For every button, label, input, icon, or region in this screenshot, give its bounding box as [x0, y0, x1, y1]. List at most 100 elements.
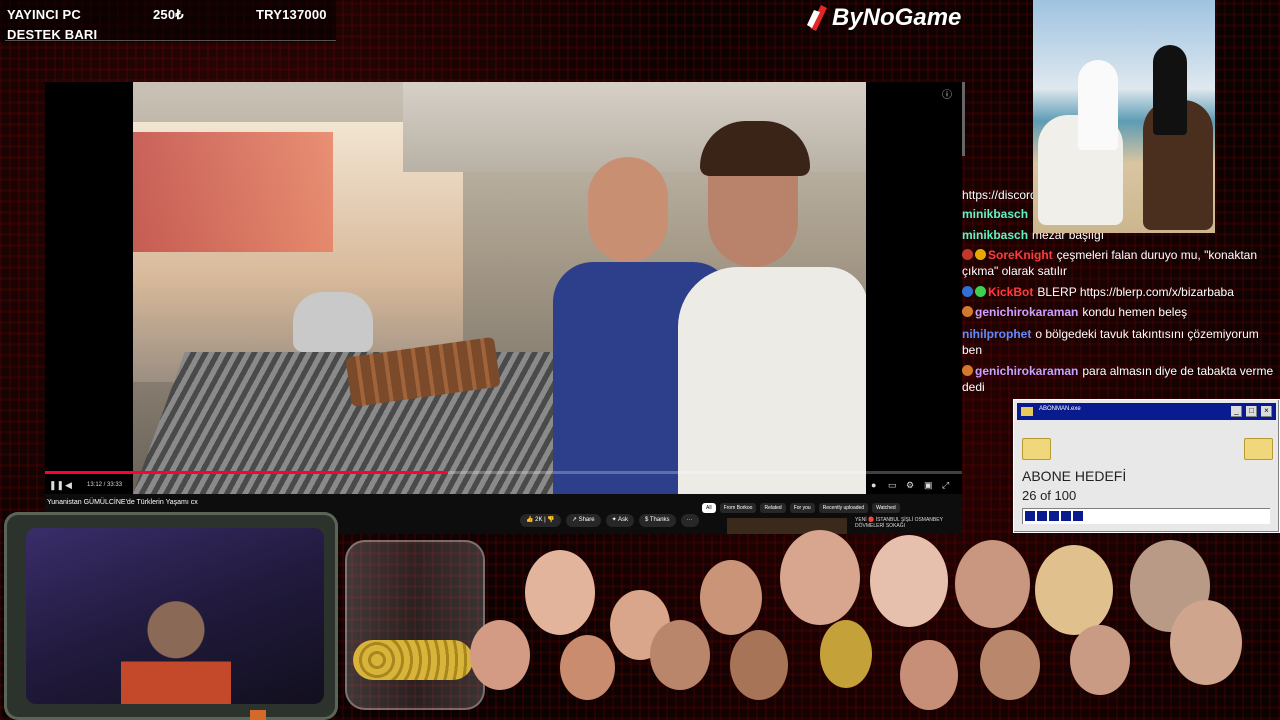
like-count: 2K	[535, 517, 543, 523]
chat-message: SoreKnight çeşmeleri falan duruyo mu, "ko…	[962, 247, 1280, 279]
chat-badge-icon	[975, 249, 986, 260]
chat-message: KickBot BLERP https://blerp.com/x/bizarba…	[962, 284, 1280, 300]
video-player[interactable]: ⓘ ❚❚ ◀ 13:12 / 33:33 ● ▭ ⚙ ▣ ⤢	[45, 82, 962, 494]
chip-for-you[interactable]: For you	[789, 503, 815, 513]
chat-scrollbar[interactable]	[962, 82, 965, 156]
meme-face	[780, 530, 860, 625]
recommended-title[interactable]: YENİ 🔴 İSTANBUL ŞİŞLİ OSMANBEY DÖVMELERİ…	[855, 517, 955, 529]
chat-username[interactable]: nihilprophet	[962, 327, 1031, 341]
video-time: 13:12 / 33:33	[87, 482, 123, 488]
chat-badge-icon	[962, 249, 973, 260]
chat-username[interactable]: genichirokaraman	[975, 305, 1078, 319]
fullscreen-icon[interactable]: ⤢	[942, 480, 949, 491]
captions-icon[interactable]: ▭	[888, 480, 897, 491]
info-icon[interactable]: ⓘ	[942, 86, 952, 101]
player-controls: ❚❚ ◀ 13:12 / 33:33 ● ▭ ⚙ ▣ ⤢	[45, 478, 962, 494]
host-person	[678, 121, 866, 494]
meme-face	[820, 620, 872, 688]
meme-face	[900, 640, 958, 710]
meme-collage	[470, 530, 1280, 720]
minimize-icon[interactable]: _	[1231, 406, 1242, 417]
sub-goal-progress-bar	[1022, 508, 1270, 524]
progress-block	[1049, 511, 1059, 521]
bynogame-logo-icon	[807, 5, 827, 31]
chat-message: genichirokaraman kondu hemen beleş	[962, 304, 1280, 320]
autoplay-icon[interactable]: ●	[871, 480, 876, 490]
subscriber-goal-window: ABONMAN.exe _ □ × ABONE HEDEFİ 26 of 100	[1013, 399, 1280, 533]
video-progress-bar[interactable]	[45, 471, 962, 474]
sub-goal-titlebar: ABONMAN.exe _ □ ×	[1017, 403, 1276, 420]
chat-username[interactable]: minikbasch	[962, 228, 1028, 242]
chat-message: nihilprophet o bölgedeki tavuk takıntısın…	[962, 326, 1280, 358]
chat-badge-icon	[962, 365, 973, 376]
meme-face	[730, 630, 788, 700]
video-frame[interactable]	[133, 82, 866, 494]
meme-photo-overlay	[1033, 0, 1215, 233]
chat-badge-icon	[975, 286, 986, 297]
volume-icon[interactable]: ◀	[65, 480, 72, 491]
more-button[interactable]: ···	[680, 514, 699, 527]
ask-button[interactable]: ✦ Ask	[605, 514, 634, 527]
scooter	[293, 292, 373, 352]
miniplayer-icon[interactable]: ▣	[924, 480, 933, 491]
thanks-label: Thanks	[649, 517, 670, 523]
recommendation-chips: All From Borkoo Related For you Recently upl…	[702, 503, 900, 513]
ask-label: Ask	[617, 517, 628, 523]
chip-recently-uploaded[interactable]: Recently uploaded	[818, 503, 869, 513]
meme-face	[700, 560, 762, 635]
meme-face	[955, 540, 1030, 628]
restaurant-sign	[133, 132, 333, 252]
progress-block	[1025, 511, 1035, 521]
chat-text: kondu hemen beleş	[1082, 305, 1188, 319]
pause-icon[interactable]: ❚❚	[49, 480, 64, 491]
progress-block	[1073, 511, 1083, 521]
chip-all[interactable]: All	[702, 503, 716, 513]
donation-bar: YAYINCI PC DESTEK BARI 250₺ TRY137000	[0, 0, 336, 42]
webcam-frame	[4, 512, 338, 720]
app-icon	[1021, 407, 1033, 416]
streamer	[121, 598, 231, 704]
sub-goal-label: ABONE HEDEFİ	[1022, 468, 1127, 484]
brand-logo: ByNoGame	[806, 2, 961, 34]
open-folder-icon	[1244, 438, 1273, 460]
sub-goal-count: 26 of 100	[1022, 488, 1077, 503]
cook-head	[588, 157, 668, 262]
meme-face	[560, 635, 615, 700]
donation-current: 250₺	[153, 7, 184, 22]
sub-goal-window-title: ABONMAN.exe	[1039, 406, 1081, 412]
sub-goal-progress-blocks	[1025, 511, 1083, 521]
chat-badge-icon	[962, 286, 973, 297]
chat-username[interactable]: SoreKnight	[988, 248, 1053, 262]
chat-badge-icon	[962, 306, 973, 317]
meme-face	[1070, 625, 1130, 695]
meme-face	[1035, 545, 1113, 635]
meme-face	[870, 535, 948, 627]
thanks-button[interactable]: $ Thanks	[638, 514, 676, 527]
chat-username[interactable]: minikbasch	[962, 207, 1028, 221]
webcam-feed	[26, 528, 324, 704]
meme-face	[1170, 600, 1242, 685]
host-shirt	[678, 267, 866, 494]
settings-icon[interactable]: ⚙	[906, 480, 914, 491]
video-progress-fill	[45, 471, 449, 474]
donation-jar	[345, 540, 485, 710]
chat-username[interactable]: KickBot	[988, 285, 1033, 299]
folder-icon	[1022, 438, 1051, 460]
webcam-led	[250, 710, 266, 720]
chip-from-borkoo[interactable]: From Borkoo	[719, 503, 757, 513]
close-icon[interactable]: ×	[1261, 406, 1272, 417]
meme-face	[525, 550, 595, 635]
share-button[interactable]: ↗ Share	[565, 514, 601, 527]
maximize-icon[interactable]: □	[1246, 406, 1257, 417]
share-label: Share	[578, 517, 595, 523]
progress-block	[1037, 511, 1047, 521]
donation-label: YAYINCI PC	[7, 7, 82, 22]
chip-watched[interactable]: Watched	[872, 503, 900, 513]
video-title[interactable]: Yunanistan GÜMÜLCİNE'de Türklerin Yaşamı…	[47, 499, 198, 506]
chat-username[interactable]: genichirokaraman	[975, 364, 1078, 378]
meme-face	[650, 620, 710, 690]
chip-related[interactable]: Related	[760, 503, 786, 513]
chat-text: https://discord	[962, 188, 1037, 202]
donation-divider	[5, 40, 336, 41]
like-button[interactable]: 👍 2K | 👎	[520, 514, 561, 527]
